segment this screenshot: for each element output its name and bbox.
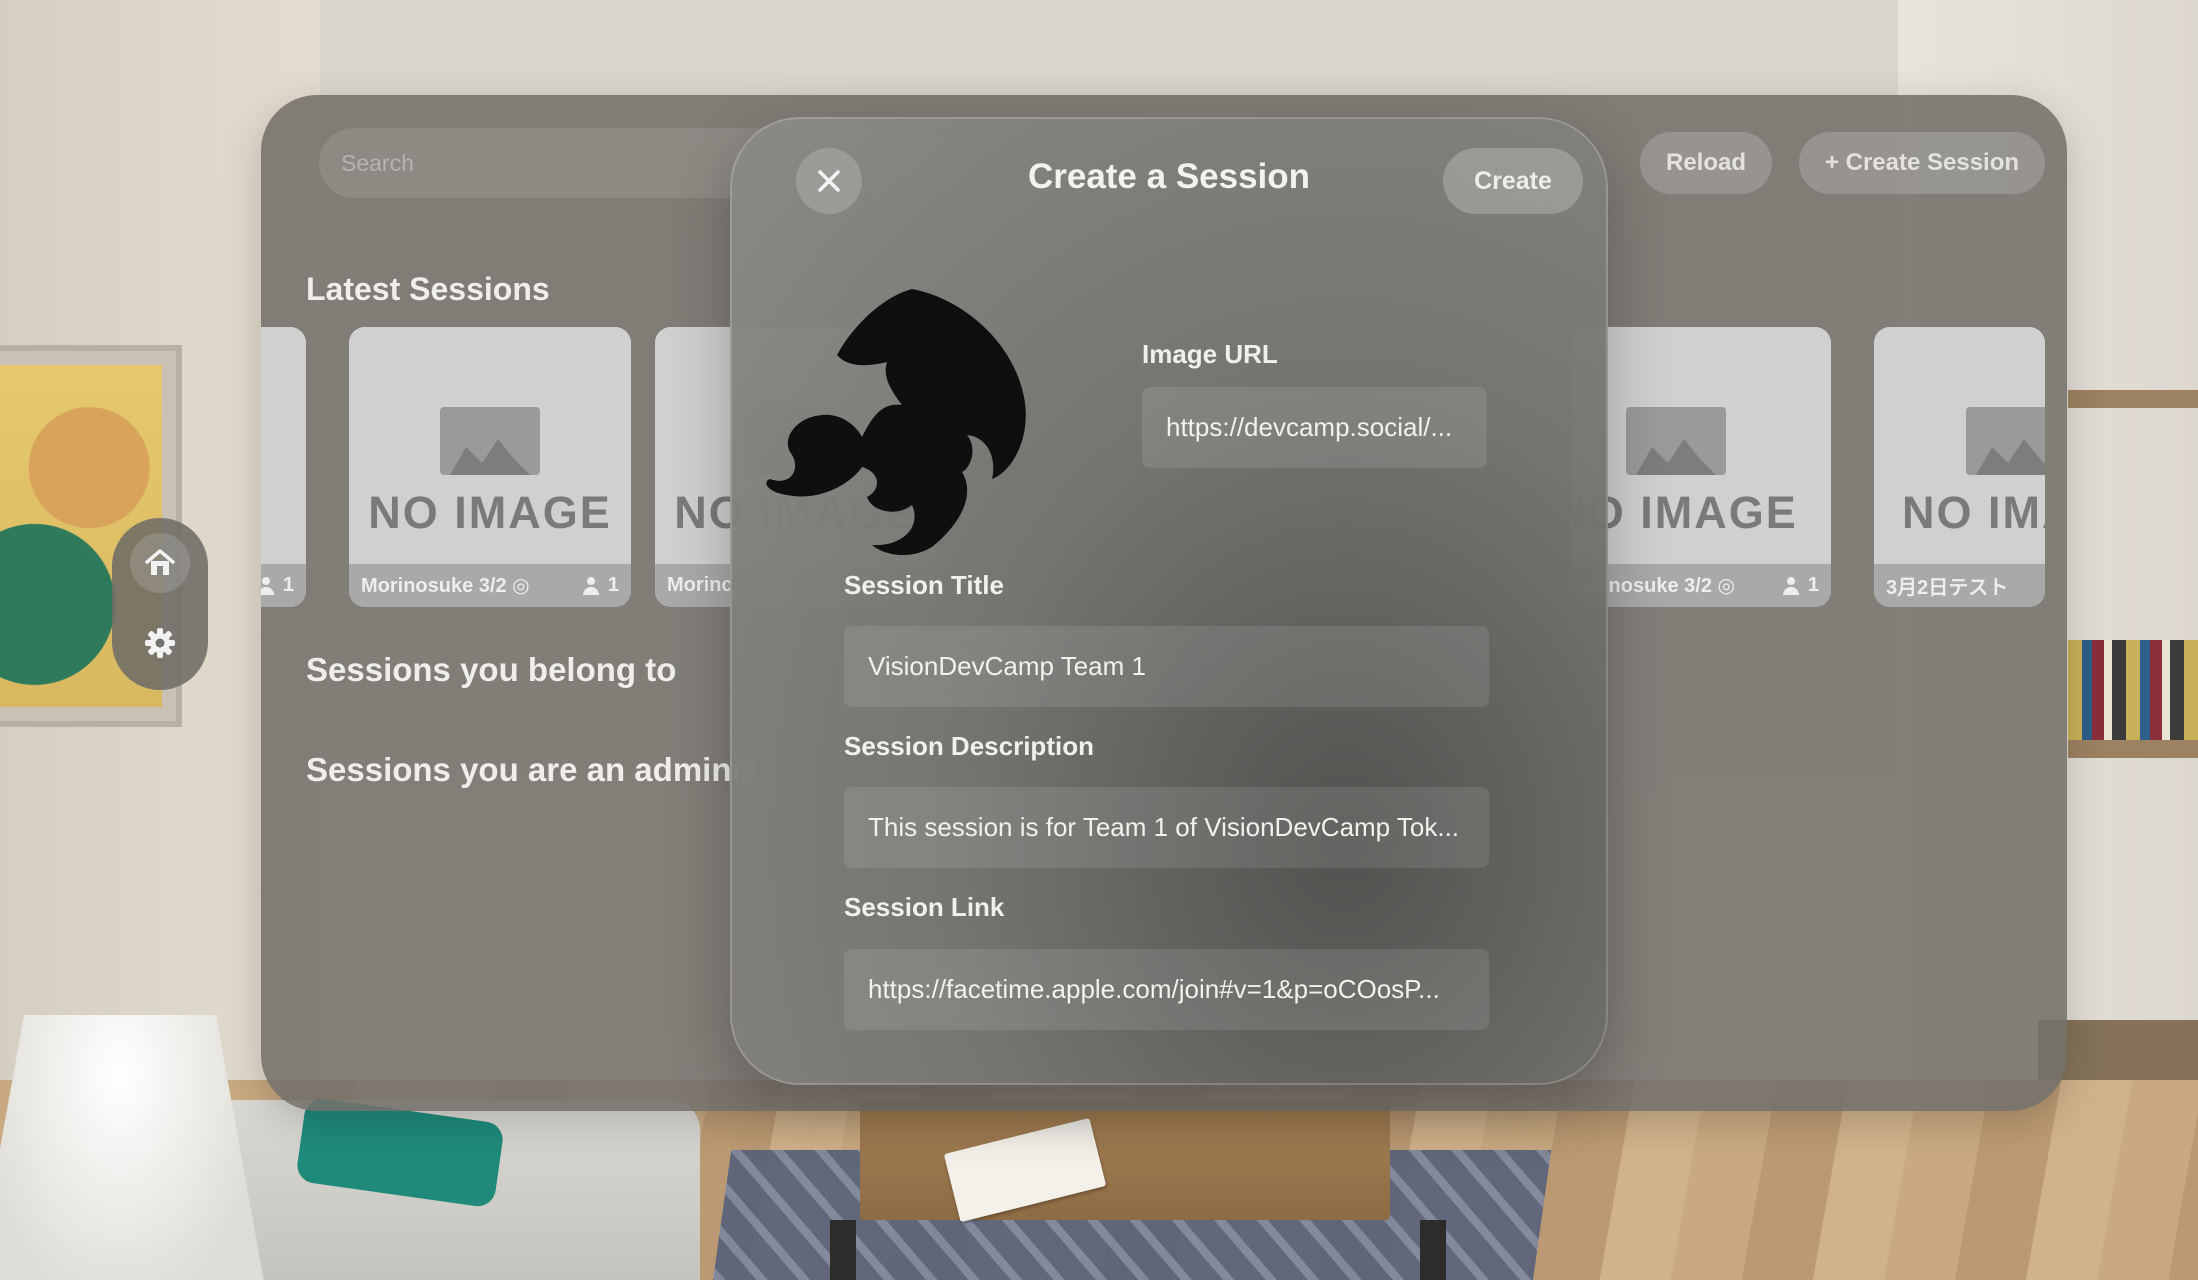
home-icon: [145, 549, 175, 575]
participant-count: 1: [282, 574, 294, 596]
card-image: NO IMAGE: [349, 327, 631, 564]
session-description-input[interactable]: This session is for Team 1 of VisionDevC…: [844, 787, 1489, 868]
session-title-input[interactable]: VisionDevCamp Team 1: [844, 626, 1489, 707]
session-title-label: Session Title: [844, 570, 1004, 600]
card-footer: 1: [261, 564, 306, 607]
table-leg: [830, 1220, 856, 1280]
participant-count: 1: [607, 574, 619, 596]
table-leg: [1420, 1220, 1446, 1280]
card-image: [261, 327, 306, 564]
session-link-input[interactable]: https://facetime.apple.com/join#v=1&p=oC…: [844, 949, 1489, 1030]
sessions-admin-heading: Sessions you are an adminis: [306, 751, 760, 788]
session-link-label: Session Link: [844, 892, 1005, 922]
image-url-label: Image URL: [1142, 339, 1278, 369]
create-button[interactable]: Create: [1443, 148, 1583, 214]
image-placeholder-icon: [1966, 407, 2045, 475]
no-image-label: NO IMAGE: [368, 487, 612, 538]
home-button[interactable]: [130, 533, 190, 593]
card-footer: orinosuke 3/2 ◎ 1: [1571, 564, 1831, 607]
session-card[interactable]: NO IMAGE orinosuke 3/2 ◎ 1: [1571, 327, 1831, 607]
gear-icon: [145, 628, 175, 658]
card-footer: 3月2日テスト: [1874, 564, 2045, 607]
tab-ornament: [112, 518, 208, 690]
reload-button[interactable]: Reload: [1640, 132, 1772, 194]
image-placeholder-icon: [440, 407, 540, 475]
card-image: NO IMAGE: [1874, 327, 2045, 564]
image-placeholder-icon: [1626, 407, 1726, 475]
image-url-input[interactable]: https://devcamp.social/...: [1142, 387, 1487, 468]
bookshelf-books: [2068, 640, 2198, 740]
wall-shelf: [2068, 390, 2198, 408]
session-card[interactable]: NO IMAGE 3月2日テスト: [1874, 327, 2045, 607]
coffee-table: [860, 1100, 1390, 1220]
person-icon: [582, 576, 600, 595]
session-card[interactable]: NO IMAGE Morinosuke 3/2 ◎ 1: [349, 327, 631, 607]
card-owner-date: 3月2日テスト: [1886, 577, 2009, 599]
session-description-label: Session Description: [844, 731, 1094, 761]
card-image: NO IMAGE: [1571, 327, 1831, 564]
session-card[interactable]: 1: [261, 327, 306, 607]
session-logo-image: [766, 289, 1026, 556]
person-icon: [1782, 576, 1800, 595]
no-image-label: NO IMAGE: [1902, 487, 2045, 538]
wall-shelf: [2068, 740, 2198, 758]
create-session-sheet: Create a Session Create Image URL https:…: [730, 117, 1608, 1085]
search-placeholder: Search: [341, 150, 414, 176]
card-owner-date: Morinc: [667, 574, 733, 596]
participant-count: 1: [1807, 574, 1819, 596]
card-footer: Morinosuke 3/2 ◎ 1: [349, 564, 631, 607]
person-icon: [261, 576, 275, 595]
sessions-belong-heading: Sessions you belong to: [306, 651, 677, 688]
create-session-button[interactable]: + Create Session: [1799, 132, 2045, 194]
card-owner-date: Morinosuke 3/2 ◎: [361, 575, 530, 597]
settings-button[interactable]: [130, 613, 190, 673]
latest-sessions-heading: Latest Sessions: [306, 271, 550, 307]
